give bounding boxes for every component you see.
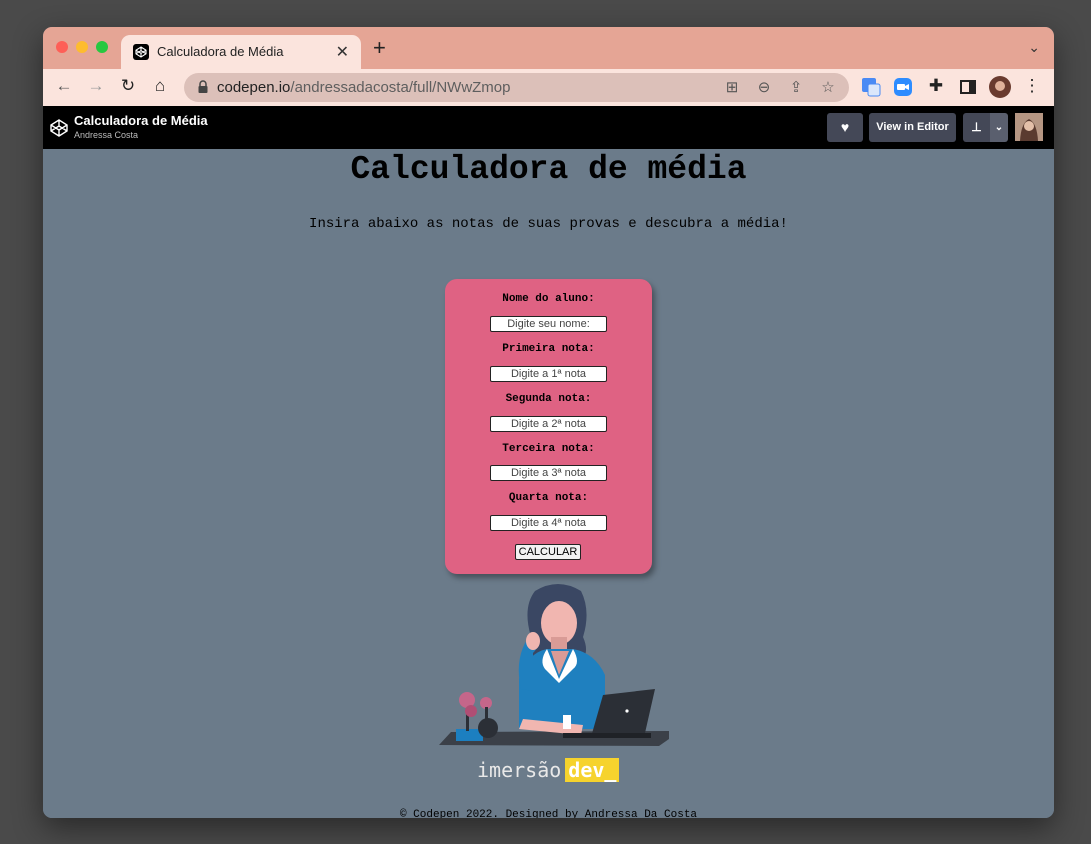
avatar-image [1015, 113, 1043, 141]
zoom-extension-icon[interactable] [893, 77, 913, 97]
profile-avatar-icon[interactable] [989, 76, 1011, 98]
window-controls [56, 41, 108, 53]
pin-icon: ⊥ [971, 120, 982, 134]
tab-bar: Calculadora de Média ✕ + ⌄ [43, 27, 1054, 69]
bookmark-star-icon[interactable]: ☆ [817, 78, 839, 98]
url-host: codepen.io [217, 79, 291, 96]
heart-button[interactable]: ♥ [827, 113, 863, 142]
page-subtitle: Insira abaixo as notas de suas provas e … [309, 216, 788, 232]
grade1-input[interactable]: Digite a 1ª nota [490, 366, 607, 382]
tab-close-icon[interactable]: ✕ [336, 42, 349, 62]
tab-search-chevron-icon[interactable]: ⌄ [1028, 39, 1040, 56]
pin-button[interactable]: ⊥ [963, 113, 990, 142]
codepen-header: Calculadora de Média Andressa Costa ♥ Vi… [43, 106, 1054, 149]
zoom-icon[interactable]: ⊖ [753, 78, 775, 98]
address-bar[interactable]: codepen.io/andressadacosta/full/NWwZmop … [184, 73, 849, 102]
pen-page: Calculadora de média Insira abaixo as no… [43, 149, 1054, 818]
google-translate-extension-icon[interactable] [861, 77, 881, 97]
lock-icon [198, 80, 208, 93]
extensions-puzzle-icon[interactable]: ✚ [925, 75, 947, 97]
tab-active[interactable]: Calculadora de Média ✕ [121, 35, 361, 69]
codepen-favicon-icon [133, 44, 149, 60]
imersao-dev-logo: imersão dev_ [477, 758, 620, 782]
translate-icon[interactable]: ⊞ [721, 78, 743, 98]
codepen-logo-icon[interactable] [49, 118, 69, 138]
grade1-label: Primeira nota: [502, 343, 595, 355]
grades-form-card: Nome do aluno: Digite seu nome: Primeira… [445, 279, 652, 574]
reload-icon[interactable]: ↻ [117, 75, 139, 97]
grade2-input[interactable]: Digite a 2ª nota [490, 416, 607, 432]
page-title: Calculadora de média [350, 151, 747, 188]
user-avatar[interactable] [1015, 113, 1043, 141]
url-path: /andressadacosta/full/NWwZmop [290, 79, 511, 96]
grade4-label: Quarta nota: [508, 492, 589, 504]
grade3-input[interactable]: Digite a 3ª nota [490, 465, 607, 481]
pin-dropdown-button[interactable]: ⌄ [990, 113, 1008, 142]
omnibox-actions: ⊞ ⊖ ⇪ ☆ [721, 78, 839, 98]
name-label: Nome do aluno: [502, 293, 595, 305]
tab-title: Calculadora de Média [157, 44, 284, 59]
pen-title[interactable]: Calculadora de Média [74, 113, 208, 128]
forward-icon[interactable]: → [85, 75, 107, 97]
logo-word: imersão [477, 758, 562, 782]
heart-icon: ♥ [840, 119, 850, 135]
view-in-editor-button[interactable]: View in Editor [869, 113, 956, 142]
back-icon[interactable]: ← [53, 75, 75, 97]
name-input[interactable]: Digite seu nome: [490, 316, 607, 332]
browser-menu-icon[interactable]: ⋮ [1021, 75, 1043, 97]
browser-window: Calculadora de Média ✕ + ⌄ ← → ↻ ⌂ codep… [43, 27, 1054, 818]
minimize-window-button[interactable] [76, 41, 88, 53]
grade4-input[interactable]: Digite a 4ª nota [490, 515, 607, 531]
share-icon[interactable]: ⇪ [785, 78, 807, 98]
grade2-label: Segunda nota: [505, 393, 592, 405]
url-text[interactable]: codepen.io/andressadacosta/full/NWwZmop [217, 79, 511, 96]
home-icon[interactable]: ⌂ [149, 75, 171, 97]
pen-author[interactable]: Andressa Costa [74, 130, 138, 140]
side-panel-icon[interactable] [958, 77, 978, 97]
logo-accent: dev_ [565, 758, 620, 782]
close-window-button[interactable] [56, 41, 68, 53]
woman-at-laptop-illustration [439, 584, 669, 746]
footer-text: © Codepen 2022. Designed by Andressa Da … [399, 809, 698, 818]
chevron-down-icon: ⌄ [994, 122, 1004, 133]
grade3-label: Terceira nota: [502, 443, 595, 455]
new-tab-icon[interactable]: + [373, 35, 386, 61]
maximize-window-button[interactable] [96, 41, 108, 53]
browser-toolbar: ← → ↻ ⌂ codepen.io/andressadacosta/full/… [43, 69, 1054, 106]
calculate-button[interactable]: CALCULAR [515, 544, 581, 560]
